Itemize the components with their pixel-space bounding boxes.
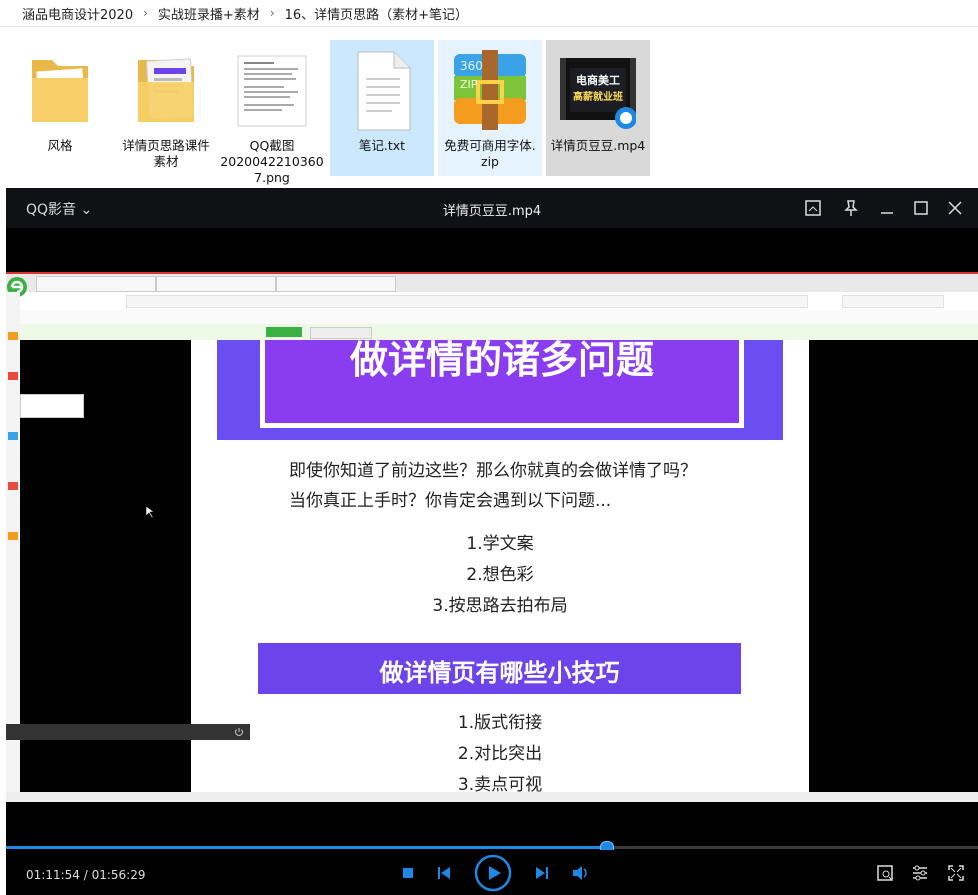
video-title: 详情页豆豆.mp4 bbox=[442, 204, 542, 219]
player-titlebar[interactable]: QQ影音 ⌄ 详情页豆豆.mp4 bbox=[6, 188, 978, 228]
stop-icon[interactable] bbox=[397, 862, 419, 884]
previous-icon[interactable] bbox=[433, 862, 455, 884]
screenshot-icon[interactable] bbox=[803, 198, 823, 218]
video-bookmarks-bar bbox=[6, 310, 978, 324]
seek-bar[interactable] bbox=[6, 841, 978, 855]
volume-icon[interactable] bbox=[569, 862, 591, 884]
text-file-icon bbox=[357, 51, 411, 131]
mouse-cursor-icon bbox=[146, 506, 154, 518]
file-item-style-folder[interactable]: 风格 bbox=[8, 40, 112, 176]
time-total: 01:56:29 bbox=[91, 868, 146, 882]
breadcrumb-item-root[interactable]: 涵品电商设计2020 bbox=[22, 4, 133, 23]
zip-icon-label: ZIP bbox=[460, 78, 478, 91]
video-tooltip bbox=[20, 394, 84, 418]
file-label: zip bbox=[481, 154, 499, 169]
video-browser-tab bbox=[36, 276, 156, 292]
slide-paragraph: 当你真正上手时？你肯定会遇到以下问题... bbox=[289, 491, 612, 511]
file-label: 2020042210360 bbox=[220, 154, 324, 169]
video-browser-tab bbox=[156, 276, 276, 292]
maximize-icon[interactable] bbox=[911, 198, 931, 218]
video-toolbar-overlay bbox=[6, 724, 250, 740]
file-label: 风格 bbox=[47, 138, 73, 153]
file-item-courseware-folder[interactable]: 详情页思路课件 素材 bbox=[114, 40, 218, 176]
slide-banner-title: 做详情页有哪些小技巧 bbox=[379, 659, 620, 687]
file-grid: 风格 详情页思路课件 素材 QQ截图 2020042210360 7.png 笔… bbox=[0, 28, 978, 188]
file-label: 免费可商用字体. bbox=[444, 138, 536, 153]
video-notice-button bbox=[310, 327, 372, 339]
video-browser-tab bbox=[276, 276, 396, 292]
slide-banner: 做详情页有哪些小技巧 bbox=[258, 643, 741, 694]
pin-icon[interactable] bbox=[841, 198, 861, 218]
slide-list-item: 2.对比突出 bbox=[457, 744, 543, 764]
file-label: 笔记.txt bbox=[358, 138, 406, 153]
file-item-screenshot-png[interactable]: QQ截图 2020042210360 7.png bbox=[220, 40, 324, 185]
breadcrumb-item-course[interactable]: 实战班录播+素材 bbox=[158, 4, 260, 23]
power-icon bbox=[235, 728, 243, 736]
slide-list-item: 1.学文案 bbox=[466, 534, 534, 554]
file-label: 详情页豆豆.mp4 bbox=[550, 138, 646, 153]
slide-hero-title: 做详情的诸多问题 bbox=[349, 340, 654, 382]
file-item-video-mp4[interactable]: 电商美工 高薪就业班 详情页豆豆.mp4 bbox=[546, 40, 650, 176]
player-controls: 01:11:54 / 01:56:29 bbox=[6, 850, 978, 895]
breadcrumb-item-current[interactable]: 16、详情页思路（素材+笔记） bbox=[285, 4, 468, 23]
video-browser-address-bar bbox=[6, 292, 978, 311]
settings-sliders-icon[interactable] bbox=[909, 862, 931, 884]
video-browser-tabs bbox=[6, 272, 978, 292]
breadcrumb: 涵品电商设计2020 › 实战班录播+素材 › 16、详情页思路（素材+笔记） bbox=[0, 0, 978, 27]
fullscreen-icon[interactable] bbox=[945, 862, 967, 884]
file-label: 素材 bbox=[153, 154, 179, 169]
video-thumb-text: 高薪就业班 bbox=[573, 90, 623, 103]
zip-archive-icon: 360 ZIP bbox=[454, 50, 526, 130]
slide-list-item: 1.版式衔接 bbox=[457, 713, 543, 733]
slide-paragraph: 即使你知道了前边这些？那么你就真的会做详情了吗？ bbox=[289, 461, 697, 481]
folder-icon bbox=[138, 58, 195, 122]
video-frame[interactable]: 做详情的诸多问题 即使你知道了前边这些？那么你就真的会做详情了吗？ 当你真正上手… bbox=[6, 272, 978, 802]
chevron-right-icon: › bbox=[143, 6, 148, 20]
folder-icon bbox=[32, 60, 88, 122]
file-label: 详情页思路课件 bbox=[122, 138, 210, 153]
zip-icon-label: 360 bbox=[460, 59, 483, 73]
snapshot-icon[interactable] bbox=[874, 862, 896, 884]
time-readout: 01:11:54 / 01:56:29 bbox=[26, 868, 146, 882]
video-statusbar bbox=[6, 792, 978, 802]
video-address-field bbox=[126, 295, 808, 308]
slide-hero: 做详情的诸多问题 bbox=[217, 340, 783, 440]
play-icon[interactable] bbox=[474, 854, 512, 892]
file-label: 7.png bbox=[254, 170, 290, 185]
close-icon[interactable] bbox=[945, 198, 965, 218]
file-item-fonts-zip[interactable]: 360 ZIP 免费可商用字体. zip bbox=[438, 40, 542, 176]
video-file-icon: 电商美工 高薪就业班 bbox=[560, 58, 636, 129]
image-file-icon bbox=[237, 55, 307, 127]
time-current: 01:11:54 bbox=[26, 868, 80, 882]
slide-list-item: 2.想色彩 bbox=[466, 565, 534, 585]
file-label: QQ截图 bbox=[249, 138, 295, 153]
minimize-icon[interactable] bbox=[877, 198, 897, 218]
slide-canvas: 做详情的诸多问题 即使你知道了前边这些？那么你就真的会做详情了吗？ 当你真正上手… bbox=[191, 340, 809, 802]
file-item-notes-txt[interactable]: 笔记.txt bbox=[330, 40, 434, 176]
video-player-window: QQ影音 ⌄ 详情页豆豆.mp4 做详情的诸多问题 即使你知道了前边这些？那么你… bbox=[6, 188, 978, 895]
next-icon[interactable] bbox=[531, 862, 553, 884]
video-notice-bar bbox=[20, 324, 978, 340]
video-search-field bbox=[842, 295, 944, 308]
seek-bar-fill bbox=[6, 846, 606, 849]
video-notice-button bbox=[266, 327, 302, 337]
slide-list-item: 3.按思路去拍布局 bbox=[432, 596, 568, 616]
chevron-right-icon: › bbox=[269, 6, 275, 20]
video-thumb-text: 电商美工 bbox=[576, 73, 620, 87]
